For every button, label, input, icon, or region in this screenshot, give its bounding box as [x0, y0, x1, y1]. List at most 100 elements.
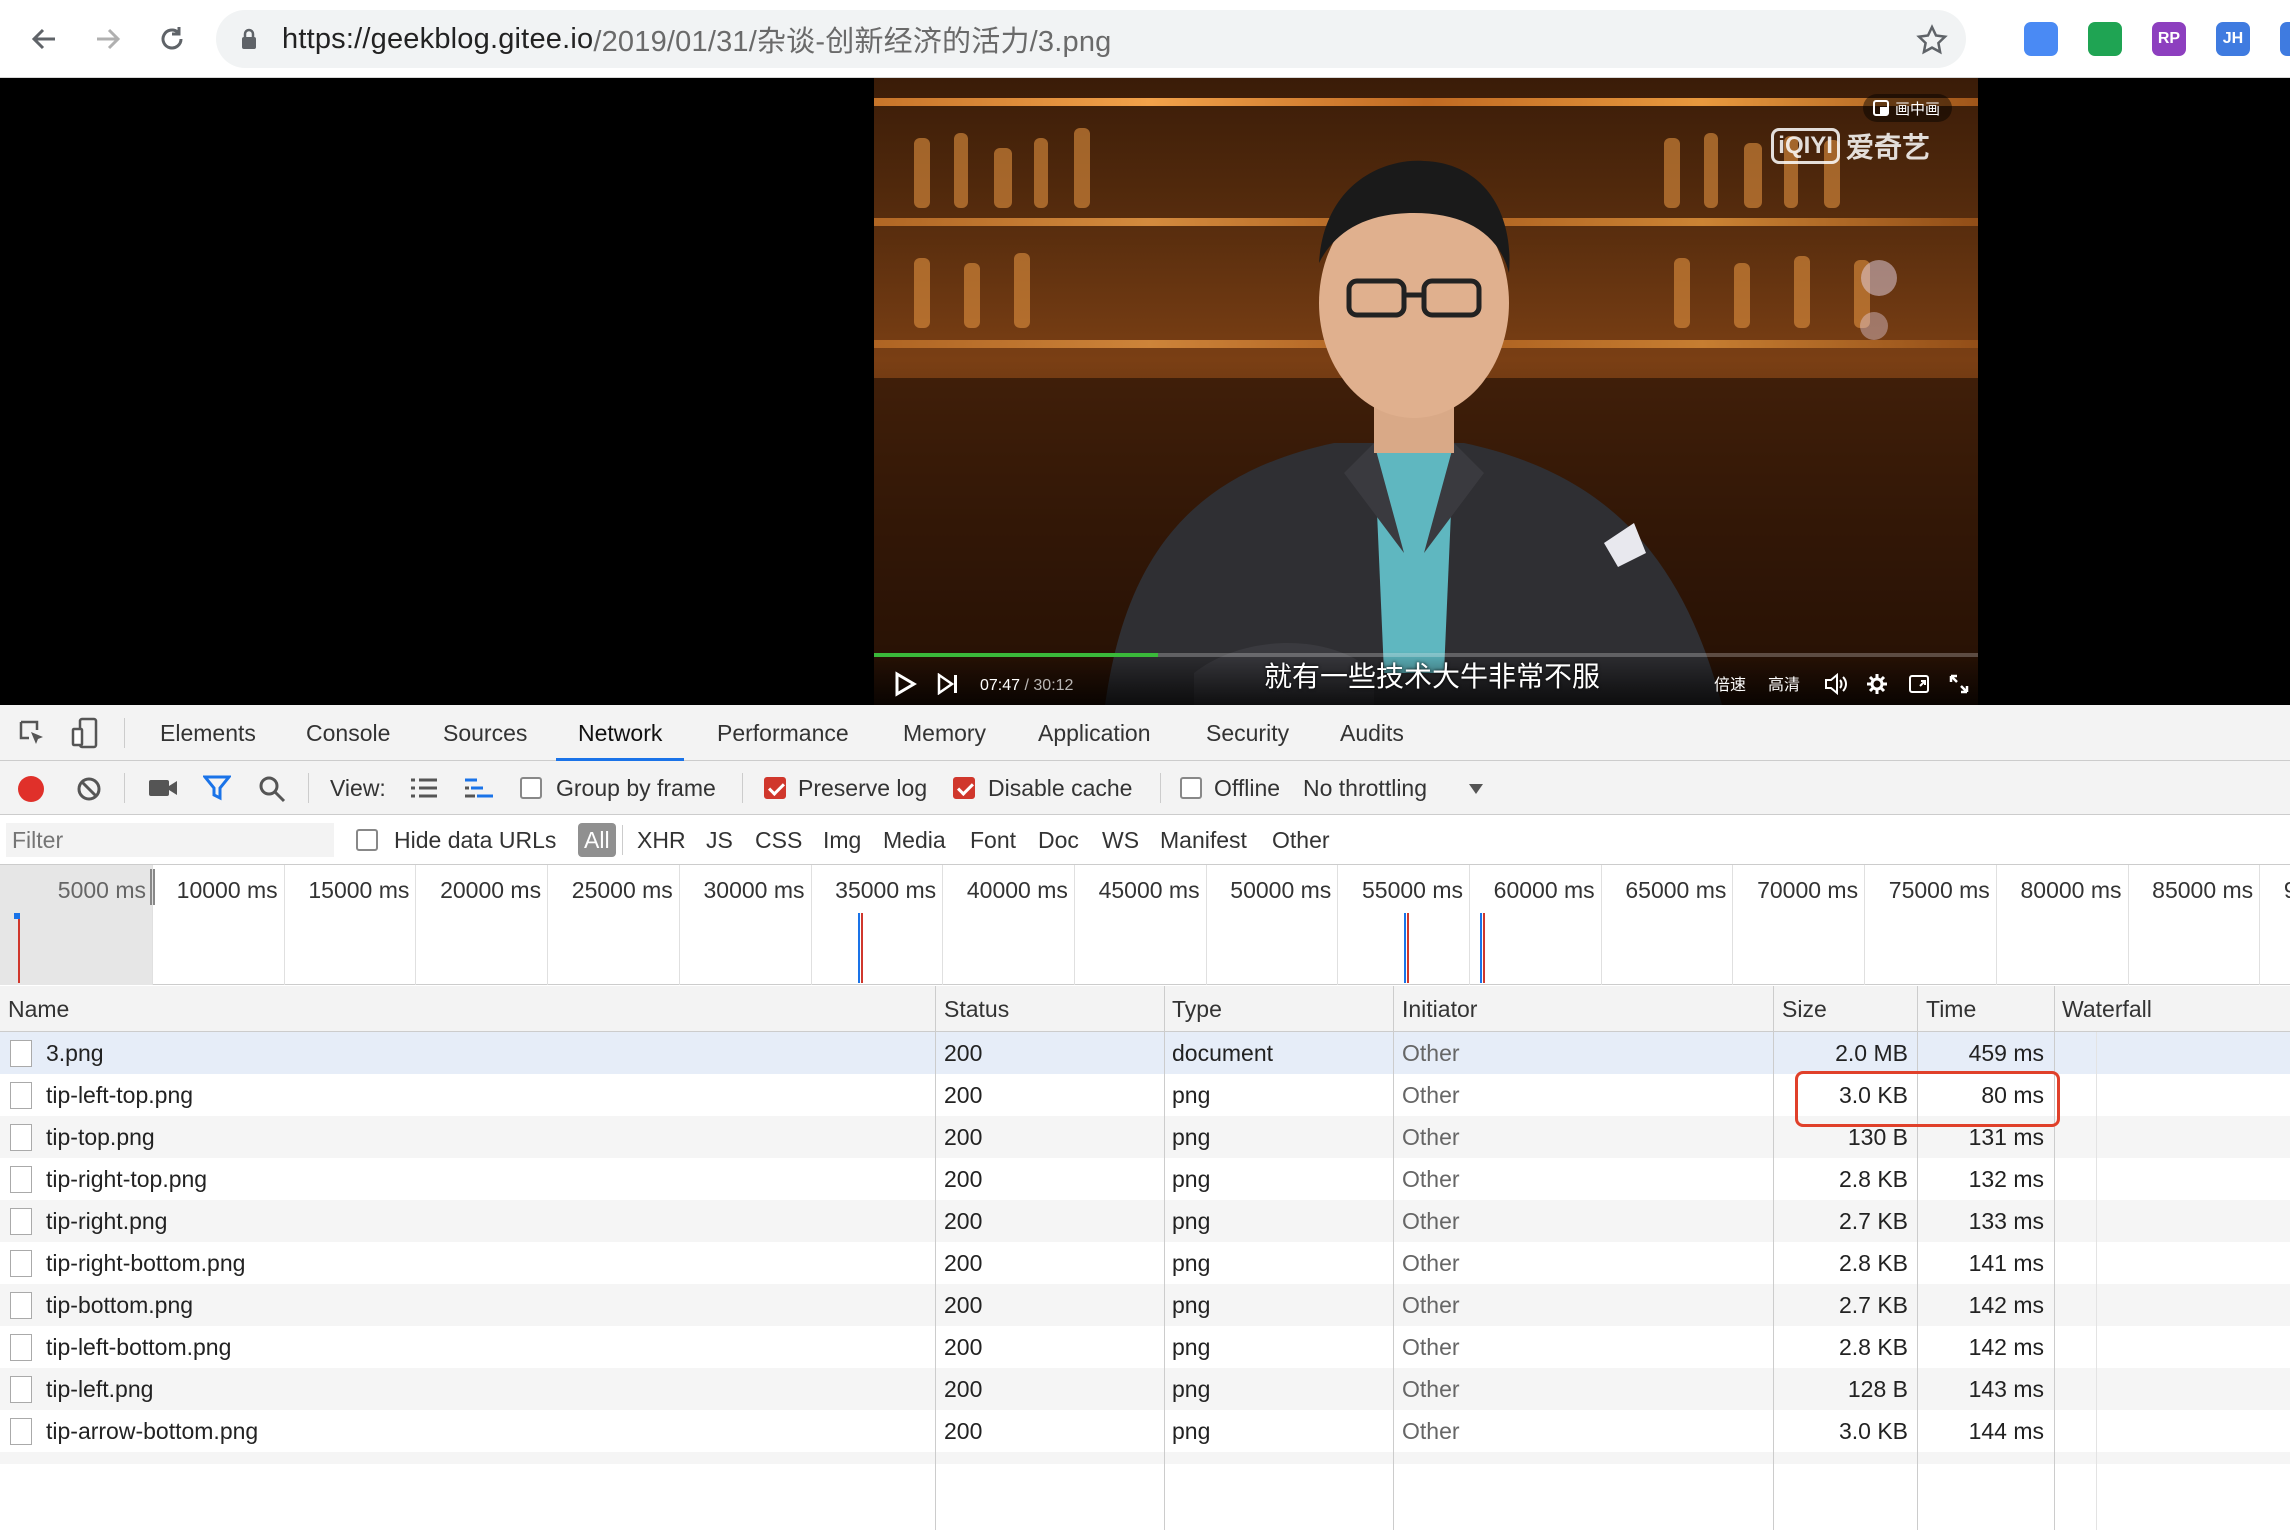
type-filter-css[interactable]: CSS — [755, 815, 802, 865]
cell-initiator: Other — [1402, 1166, 1460, 1192]
overview-gridline — [1469, 865, 1470, 985]
video-player[interactable]: 画中画 iQIYI 爱奇艺 07:47 / 30:12 就有一些技术大牛非常不服… — [874, 78, 1978, 705]
request-row[interactable]: tip-arrow-bottom.png 200 png Other 3.0 KB 144… — [0, 1410, 2290, 1452]
overview-tick-label: 60000 ms — [1493, 877, 1595, 903]
forward-button[interactable] — [86, 17, 130, 61]
webfullscreen-icon[interactable] — [1908, 673, 1930, 695]
tab-network[interactable]: Network — [556, 705, 685, 761]
disable-cache-checkbox[interactable] — [953, 777, 975, 799]
tab-elements[interactable]: Elements — [160, 705, 256, 761]
divider — [1160, 773, 1161, 803]
throttling-select[interactable]: No throttling — [1303, 761, 1427, 815]
request-row[interactable]: tip-left.png 200 png Other 128 B 143 ms — [0, 1368, 2290, 1410]
hide-data-urls-checkbox[interactable] — [356, 829, 378, 851]
cell-type: png — [1172, 1250, 1211, 1276]
settings-gear-icon[interactable] — [1866, 673, 1888, 695]
request-row[interactable]: tip-right-top.png 200 png Other 2.8 KB 132 ms — [0, 1158, 2290, 1200]
translate-ext-icon[interactable] — [2024, 22, 2058, 56]
file-icon — [10, 1250, 32, 1277]
record-button[interactable] — [18, 776, 44, 802]
request-row[interactable]: 3.png 200 document Other 2.0 MB 459 ms — [0, 1032, 2290, 1074]
device-toolbar-icon[interactable] — [70, 717, 100, 749]
network-overview-timeline[interactable]: 5000 ms 10000 ms 15000 ms 20000 ms 25000 ms 3… — [0, 865, 2290, 985]
col-initiator[interactable]: Initiator — [1402, 986, 1477, 1032]
col-name[interactable]: Name — [8, 986, 69, 1032]
type-filter-font[interactable]: Font — [970, 815, 1016, 865]
type-filter-manifest[interactable]: Manifest — [1160, 815, 1247, 865]
reload-button[interactable] — [150, 17, 194, 61]
jh-ext-icon[interactable]: JH — [2216, 22, 2250, 56]
col-time[interactable]: Time — [1926, 986, 1976, 1032]
group-by-frame-checkbox[interactable] — [520, 777, 542, 799]
overview-gridline — [2259, 865, 2261, 985]
tab-audits[interactable]: Audits — [1340, 705, 1404, 761]
cell-type: document — [1172, 1040, 1274, 1066]
load-marker — [18, 913, 20, 983]
address-bar[interactable]: https://geekblog.gitee.io/2019/01/31/杂谈-… — [216, 10, 1966, 68]
request-row[interactable] — [0, 1452, 2290, 1464]
type-filter-all[interactable]: All — [578, 823, 616, 857]
request-row[interactable]: tip-bottom.png 200 png Other 2.7 KB 142 ms — [0, 1284, 2290, 1326]
tab-sources[interactable]: Sources — [443, 705, 527, 761]
filter-funnel-icon[interactable] — [203, 775, 231, 801]
cell-name: tip-top.png — [46, 1124, 155, 1150]
tab-security[interactable]: Security — [1206, 705, 1289, 761]
type-filter-doc[interactable]: Doc — [1038, 815, 1079, 865]
col-status[interactable]: Status — [944, 986, 1009, 1032]
overview-tick-label: 70000 ms — [1757, 877, 1859, 903]
reload-icon — [161, 27, 183, 50]
type-filter-ws[interactable]: WS — [1102, 815, 1139, 865]
back-button[interactable] — [22, 17, 66, 61]
divider — [124, 718, 125, 748]
type-filter-media[interactable]: Media — [883, 815, 946, 865]
shield-ext-icon[interactable] — [2088, 22, 2122, 56]
tab-performance[interactable]: Performance — [717, 705, 849, 761]
type-filter-img[interactable]: Img — [823, 815, 861, 865]
tab-console[interactable]: Console — [306, 705, 390, 761]
col-size[interactable]: Size — [1782, 986, 1827, 1032]
overview-gridline — [415, 865, 417, 985]
request-row[interactable]: tip-right-bottom.png 200 png Other 2.8 KB 141… — [0, 1242, 2290, 1284]
search-icon[interactable] — [258, 775, 286, 803]
cell-type: png — [1172, 1292, 1211, 1318]
cell-size: 128 B — [1847, 1376, 1908, 1402]
volume-icon[interactable] — [1824, 673, 1848, 695]
filter-bar: Hide data URLs All XHR JS CSS Img Media … — [0, 815, 2290, 865]
quality-button[interactable]: 高清 — [1768, 671, 1800, 695]
pip-button[interactable]: 画中画 — [1862, 94, 1952, 122]
large-rows-icon[interactable] — [410, 777, 438, 799]
rp-ext-icon[interactable]: RP — [2152, 22, 2186, 56]
cell-time: 144 ms — [1968, 1418, 2044, 1444]
chevron-down-icon[interactable] — [1468, 783, 1484, 795]
star-bookmark-icon[interactable] — [1916, 24, 1948, 56]
preserve-log-checkbox[interactable] — [764, 777, 786, 799]
speed-button[interactable]: 倍速 — [1714, 671, 1746, 695]
play-icon[interactable] — [892, 671, 918, 697]
type-filter-xhr[interactable]: XHR — [637, 815, 686, 865]
pip-icon — [1872, 100, 1889, 116]
clear-icon[interactable] — [76, 776, 102, 802]
screenshot-camera-icon[interactable] — [148, 777, 178, 799]
offline-checkbox[interactable] — [1180, 777, 1202, 799]
col-waterfall[interactable]: Waterfall — [2062, 986, 2152, 1032]
col-type[interactable]: Type — [1172, 986, 1222, 1032]
inspect-element-icon[interactable] — [18, 719, 46, 747]
filter-input[interactable] — [6, 823, 334, 857]
cell-status: 200 — [944, 1040, 983, 1066]
devtools-tab-bar: Elements Console Sources Network Perform… — [0, 705, 2290, 761]
more-ext-icon[interactable] — [2280, 22, 2290, 56]
waterfall-view-icon[interactable] — [464, 777, 494, 799]
overview-gridline — [810, 865, 812, 985]
tab-memory[interactable]: Memory — [903, 705, 986, 761]
type-filter-other[interactable]: Other — [1272, 815, 1330, 865]
disable-cache-label: Disable cache — [988, 775, 1133, 801]
request-row[interactable]: tip-left-bottom.png 200 png Other 2.8 KB 142 … — [0, 1326, 2290, 1368]
tab-application[interactable]: Application — [1038, 705, 1151, 761]
request-row[interactable]: tip-right.png 200 png Other 2.7 KB 133 ms — [0, 1200, 2290, 1242]
overview-tick-label: 35000 ms — [835, 877, 937, 903]
file-icon — [10, 1124, 32, 1151]
fullscreen-icon[interactable] — [1948, 673, 1970, 695]
type-filter-js[interactable]: JS — [706, 815, 733, 865]
time-total: 30:12 — [1033, 677, 1074, 694]
next-icon[interactable] — [936, 673, 960, 695]
